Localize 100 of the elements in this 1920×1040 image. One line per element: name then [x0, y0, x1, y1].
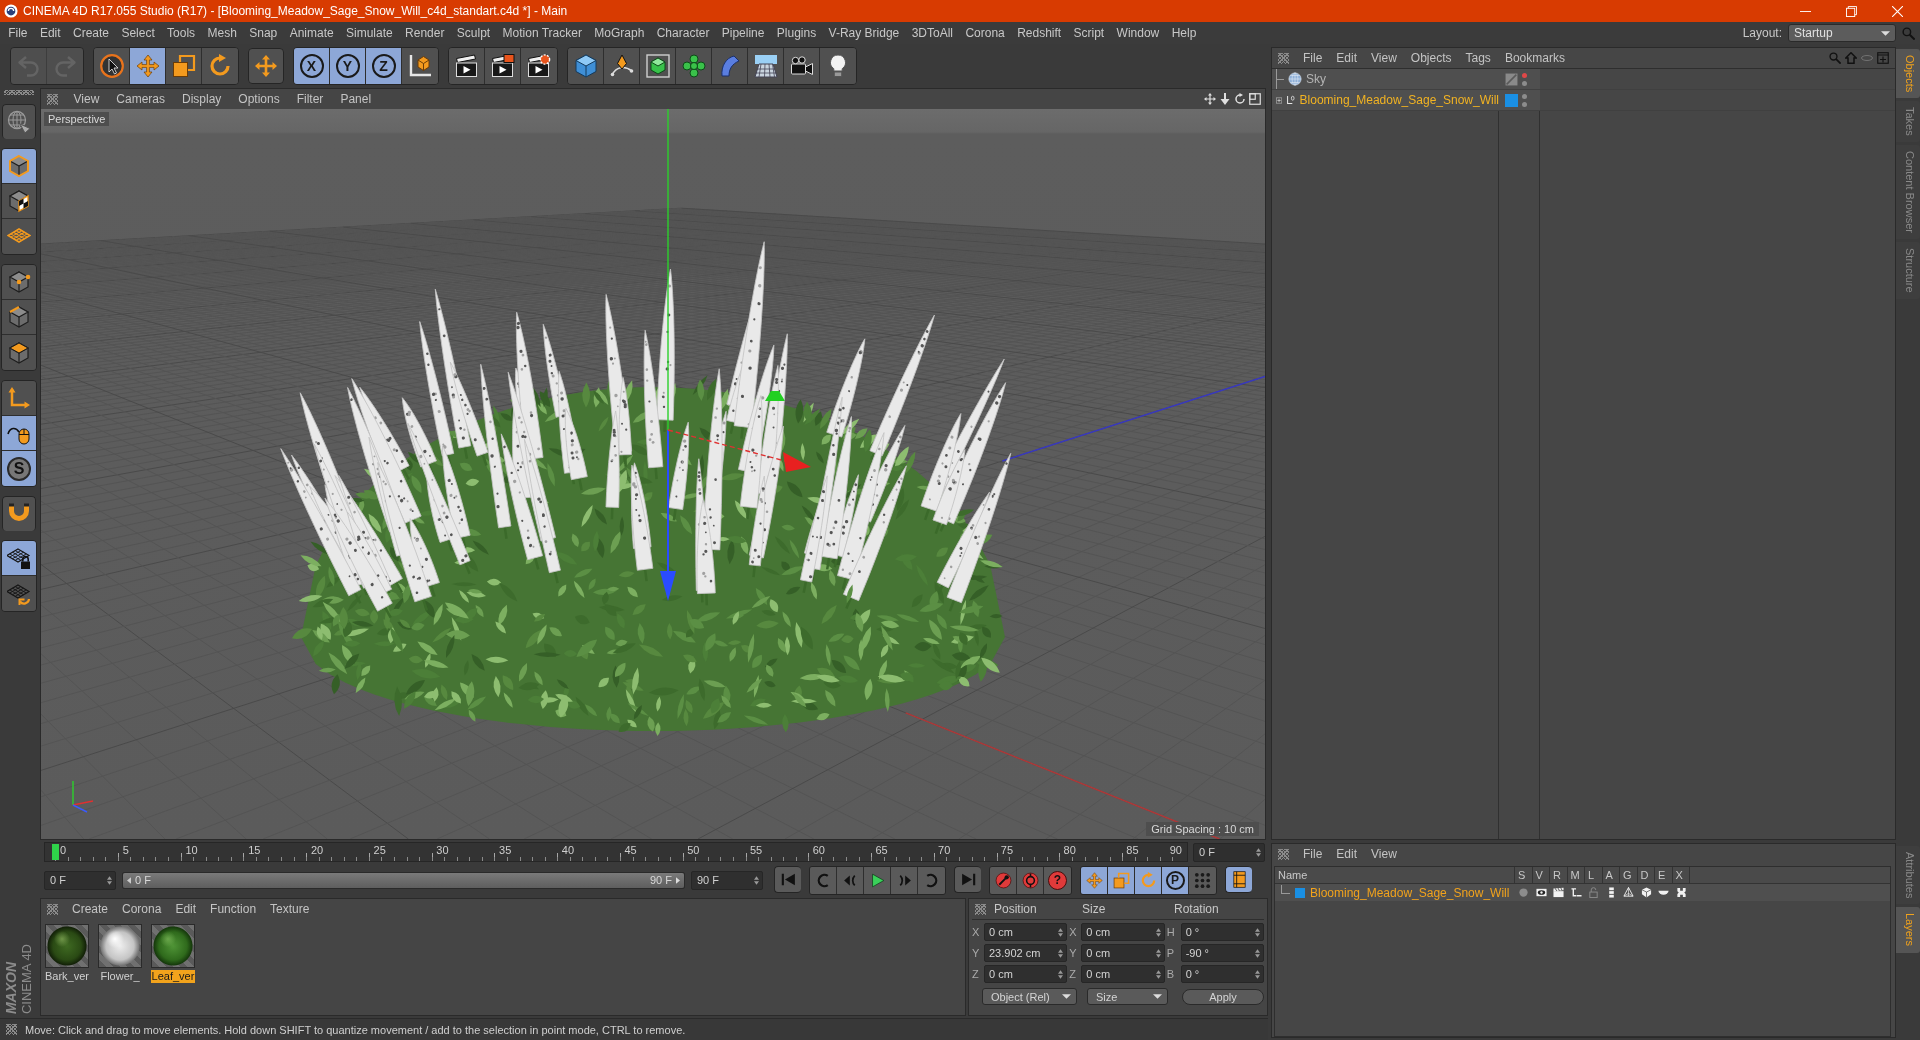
material-name[interactable]: Flower_	[99, 970, 141, 983]
grid-rotate-button[interactable]	[2, 576, 36, 611]
side-tab[interactable]: Layers	[1896, 907, 1920, 953]
menu-item[interactable]: Filter	[288, 92, 332, 106]
end-frame-field[interactable]: 90 F	[691, 870, 763, 890]
maximize-icon[interactable]	[1249, 93, 1261, 105]
coordinate-system-button[interactable]	[402, 48, 438, 84]
clapperboard-icon[interactable]	[1553, 887, 1565, 898]
eye-icon[interactable]	[1535, 887, 1547, 898]
scale-button[interactable]	[166, 48, 202, 84]
coordinate-field[interactable]: 0 cm	[984, 965, 1068, 983]
menu-item[interactable]: Display	[173, 92, 230, 106]
menu-item[interactable]: Render	[398, 22, 451, 44]
polygons-button[interactable]	[2, 335, 36, 370]
render-picture-button[interactable]	[485, 48, 521, 84]
cloner-button[interactable]	[676, 48, 712, 84]
texture-button[interactable]	[2, 184, 36, 219]
axis-button[interactable]	[2, 381, 36, 416]
menu-item[interactable]: Character	[650, 22, 716, 44]
menu-item[interactable]: Redshift	[1010, 22, 1068, 44]
menu-item[interactable]: Animate	[283, 22, 340, 44]
rotate-button[interactable]	[202, 48, 238, 84]
pan-arrows-icon[interactable]	[1204, 93, 1216, 105]
key-points-button[interactable]	[1189, 866, 1216, 894]
menu-item[interactable]: Options	[229, 92, 289, 106]
menu-item[interactable]: File	[1296, 51, 1330, 65]
menu-item[interactable]: Pipeline	[715, 22, 771, 44]
coordinate-field[interactable]: 0 cm	[1081, 965, 1165, 983]
playhead-marker[interactable]	[51, 844, 59, 860]
visibility-dot-icon[interactable]	[1522, 93, 1527, 99]
menu-item[interactable]: Motion Tracker	[496, 22, 589, 44]
key-param-button[interactable]: P	[1162, 866, 1189, 894]
next-key-button[interactable]	[918, 866, 945, 894]
menu-item[interactable]: Create	[65, 902, 116, 916]
start-frame-field[interactable]: 0 F	[44, 870, 116, 890]
material-name[interactable]: Leaf_ver	[150, 970, 196, 983]
menu-item[interactable]: Objects	[1403, 51, 1459, 65]
render-view-button[interactable]	[449, 48, 485, 84]
menu-item[interactable]: Cameras	[107, 92, 174, 106]
left-arrow-icon[interactable]	[127, 876, 131, 884]
hierarchy-icon[interactable]	[1570, 887, 1582, 898]
points-button[interactable]	[2, 265, 36, 300]
pyramid-icon[interactable]	[1623, 887, 1635, 898]
menu-item[interactable]: View	[65, 92, 108, 106]
viewport-view[interactable]: Perspective Grid Spacing : 10 cm	[41, 109, 1265, 839]
prev-key-button[interactable]	[810, 866, 837, 894]
transform-button[interactable]	[248, 48, 284, 84]
coordinate-field[interactable]: -90 °	[1180, 944, 1264, 962]
edges-button[interactable]	[2, 300, 36, 335]
grip-icon[interactable]	[47, 903, 58, 915]
menu-item[interactable]: Sculpt	[450, 22, 497, 44]
menu-item[interactable]: Plugins	[770, 22, 823, 44]
menu-item[interactable]: Bookmarks	[1497, 51, 1572, 65]
material-name[interactable]: Bark_ver	[44, 970, 90, 983]
menu-item[interactable]: V-Ray Bridge	[822, 22, 906, 44]
shield-cube-icon[interactable]	[1640, 887, 1652, 898]
timeline-ruler[interactable]: 0 5 10 15 20 25 30 35 40 45 50 55 60 65 70 75 80 85 90	[44, 842, 1188, 862]
menu-item[interactable]: File	[2, 22, 34, 44]
menu-item[interactable]: Select	[115, 22, 161, 44]
menu-item[interactable]: File	[1296, 847, 1330, 861]
key-rotate-button[interactable]	[1135, 866, 1162, 894]
menu-item[interactable]: Corona	[115, 902, 169, 916]
right-arrow-icon[interactable]	[676, 876, 680, 884]
layout-dropdown[interactable]: Startup	[1788, 24, 1896, 42]
menu-item[interactable]: View	[1364, 51, 1404, 65]
mode-dropdown[interactable]: Size	[1087, 988, 1168, 1005]
expand-icon[interactable]	[1276, 95, 1283, 105]
mode-dropdown[interactable]: Object (Rel)	[982, 988, 1077, 1005]
make-editable-button[interactable]	[2, 104, 36, 139]
workplane-button[interactable]	[2, 219, 36, 254]
menu-item[interactable]: MoGraph	[588, 22, 651, 44]
coordinate-field[interactable]: 0 cm	[1081, 923, 1165, 941]
menu-item[interactable]: View	[1364, 847, 1404, 861]
model-button[interactable]	[2, 149, 36, 184]
timeline-button[interactable]	[1225, 865, 1252, 893]
menu-item[interactable]: Help	[1165, 22, 1203, 44]
menu-item[interactable]: Edit	[33, 22, 67, 44]
menu-item[interactable]: Tags	[1458, 51, 1498, 65]
orbit-icon[interactable]	[1234, 93, 1246, 105]
menu-item[interactable]: Edit	[1329, 847, 1365, 861]
go-end-button[interactable]	[954, 865, 981, 893]
snap-button[interactable]: S	[2, 451, 36, 486]
axis-gizmo[interactable]	[660, 109, 811, 601]
menu-item[interactable]: Corona	[959, 22, 1011, 44]
solo-dot-icon[interactable]	[1518, 887, 1530, 898]
visibility-dot-icon[interactable]	[1522, 72, 1527, 78]
menu-item[interactable]: Script	[1067, 22, 1111, 44]
side-tab[interactable]: Objects	[1896, 49, 1920, 99]
select-button[interactable]	[94, 48, 130, 84]
record-button[interactable]	[990, 866, 1017, 894]
key-move-button[interactable]	[1081, 866, 1108, 894]
go-start-button[interactable]	[774, 865, 801, 893]
grip-icon[interactable]	[1278, 52, 1289, 64]
pen-button[interactable]	[604, 48, 640, 84]
subdivision-button[interactable]	[640, 48, 676, 84]
menu-item[interactable]: Tools	[160, 22, 202, 44]
xref-icon[interactable]	[1675, 887, 1687, 898]
bend-button[interactable]	[712, 48, 748, 84]
camera-button[interactable]	[784, 48, 820, 84]
menu-item[interactable]: Function	[203, 902, 264, 916]
